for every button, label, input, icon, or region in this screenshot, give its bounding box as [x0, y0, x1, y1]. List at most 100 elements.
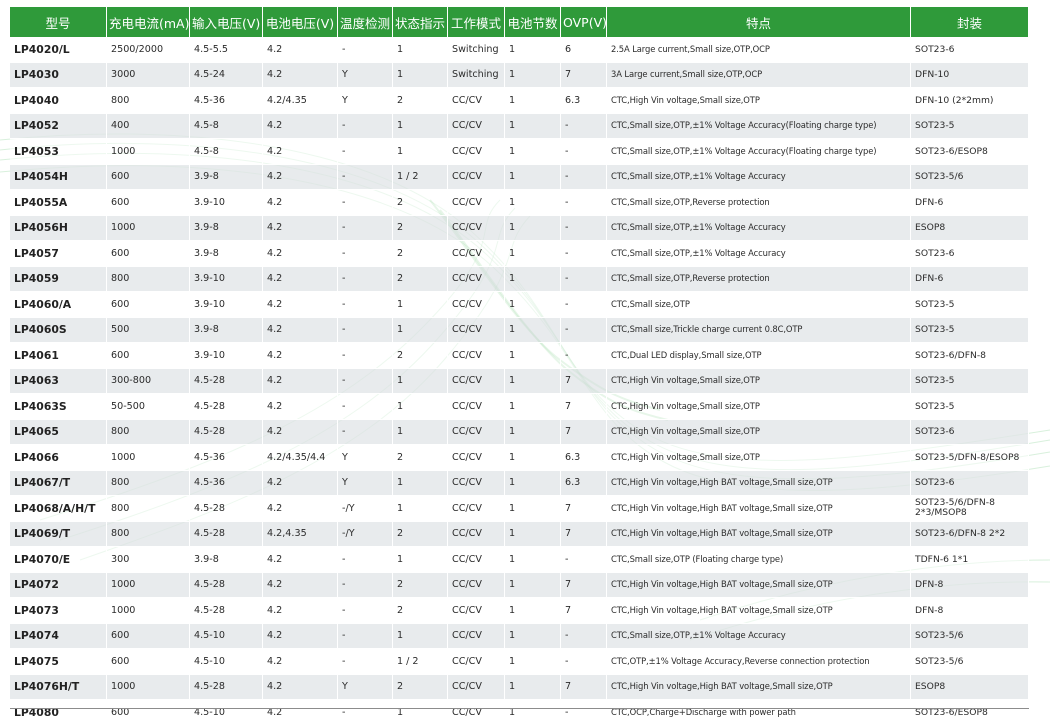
cell-model: LP4060S — [10, 317, 107, 343]
cell-package: SOT23-5/DFN-8/ESOP8 — [911, 445, 1029, 471]
cell-features: CTC,High Vin voltage,Small size,OTP — [607, 368, 911, 394]
cell-package: SOT23-5/6 — [911, 164, 1029, 190]
cell-package: SOT23-5 — [911, 317, 1029, 343]
cell-input-voltage: 4.5-28 — [190, 598, 263, 624]
cell-model: LP4056H — [10, 215, 107, 241]
cell-package: ESOP8 — [911, 674, 1029, 700]
cell-work-mode: CC/CV — [448, 674, 505, 700]
cell-battery-voltage: 4.2 — [263, 419, 338, 445]
cell-charge-current: 2500/2000 — [107, 37, 190, 63]
cell-status-indicator: 1 / 2 — [393, 649, 448, 675]
cell-temp-detect: - — [338, 394, 393, 420]
cell-package: SOT23-5 — [911, 394, 1029, 420]
cell-work-mode: CC/CV — [448, 88, 505, 114]
cell-features: CTC,OCP,Charge+Discharge with power path — [607, 700, 911, 726]
header-charge-current: 充电电流(mA) — [107, 7, 190, 37]
cell-work-mode: CC/CV — [448, 343, 505, 369]
cell-battery-voltage: 4.2 — [263, 623, 338, 649]
cell-cell-count: 1 — [505, 215, 561, 241]
cell-battery-voltage: 4.2/4.35/4.4 — [263, 445, 338, 471]
cell-features: 2.5A Large current,Small size,OTP,OCP — [607, 37, 911, 63]
cell-features: CTC,Dual LED display,Small size,OTP — [607, 343, 911, 369]
cell-features: CTC,Small size,OTP,±1% Voltage Accuracy — [607, 241, 911, 267]
cell-charge-current: 1000 — [107, 445, 190, 471]
cell-work-mode: CC/CV — [448, 547, 505, 573]
cell-model: LP4030 — [10, 62, 107, 88]
cell-battery-voltage: 4.2 — [263, 292, 338, 318]
cell-features: 3A Large current,Small size,OTP,OCP — [607, 62, 911, 88]
cell-cell-count: 1 — [505, 445, 561, 471]
cell-work-mode: CC/CV — [448, 241, 505, 267]
cell-ovp: - — [561, 649, 607, 675]
cell-model: LP4054H — [10, 164, 107, 190]
cell-charge-current: 600 — [107, 241, 190, 267]
cell-work-mode: CC/CV — [448, 215, 505, 241]
cell-package: SOT23-6/DFN-8 2*2 — [911, 521, 1029, 547]
cell-model: LP4061 — [10, 343, 107, 369]
cell-status-indicator: 2 — [393, 88, 448, 114]
cell-ovp: 7 — [561, 521, 607, 547]
cell-battery-voltage: 4.2 — [263, 113, 338, 139]
cell-charge-current: 3000 — [107, 62, 190, 88]
cell-input-voltage: 4.5-28 — [190, 521, 263, 547]
cell-ovp: 7 — [561, 368, 607, 394]
cell-work-mode: CC/CV — [448, 190, 505, 216]
cell-features: CTC,Small size,OTP (Floating charge type… — [607, 547, 911, 573]
cell-package: SOT23-5/6 — [911, 623, 1029, 649]
cell-charge-current: 600 — [107, 623, 190, 649]
cell-temp-detect: - — [338, 190, 393, 216]
cell-package: DFN-6 — [911, 266, 1029, 292]
cell-cell-count: 1 — [505, 164, 561, 190]
cell-input-voltage: 4.5-10 — [190, 623, 263, 649]
cell-charge-current: 300-800 — [107, 368, 190, 394]
cell-model: LP4059 — [10, 266, 107, 292]
cell-battery-voltage: 4.2 — [263, 241, 338, 267]
cell-features: CTC,Small size,Trickle charge current 0.… — [607, 317, 911, 343]
table-body: LP4020/L 2500/2000 4.5-5.5 4.2-1 Switching 1 6… — [10, 37, 1029, 726]
cell-model: LP4074 — [10, 623, 107, 649]
cell-package: DFN-10 (2*2mm) — [911, 88, 1029, 114]
cell-input-voltage: 3.9-8 — [190, 241, 263, 267]
cell-charge-current: 800 — [107, 419, 190, 445]
table-row: LP4068/A/H/T 800 4.5-28 4.2 -/Y 1 CC/CV 1 7 CTC,H… — [10, 496, 1029, 522]
cell-work-mode: CC/CV — [448, 113, 505, 139]
cell-work-mode: CC/CV — [448, 419, 505, 445]
cell-temp-detect: - — [338, 164, 393, 190]
cell-battery-voltage: 4.2 — [263, 547, 338, 573]
cell-battery-voltage: 4.2/4.35 — [263, 88, 338, 114]
cell-charge-current: 1000 — [107, 598, 190, 624]
table-header: 型号 充电电流(mA) 输入电压(V) 电池电压(V) 温度检测 状态指示 工作… — [10, 7, 1029, 37]
cell-charge-current: 800 — [107, 266, 190, 292]
cell-battery-voltage: 4.2 — [263, 317, 338, 343]
header-model: 型号 — [10, 7, 107, 37]
cell-temp-detect: - — [338, 343, 393, 369]
cell-cell-count: 1 — [505, 88, 561, 114]
cell-status-indicator: 1 — [393, 139, 448, 165]
cell-input-voltage: 4.5-36 — [190, 470, 263, 496]
cell-input-voltage: 4.5-10 — [190, 700, 263, 726]
cell-work-mode: CC/CV — [448, 521, 505, 547]
table-row: LP4055A 600 3.9-10 4.2-2 CC/CV 1- CTC,Small si… — [10, 190, 1029, 216]
cell-cell-count: 1 — [505, 700, 561, 726]
cell-cell-count: 1 — [505, 317, 561, 343]
cell-battery-voltage: 4.2 — [263, 470, 338, 496]
cell-features: CTC,Small size,OTP,±1% Voltage Accuracy — [607, 215, 911, 241]
cell-package: SOT23-6 — [911, 470, 1029, 496]
table-row: LP4063 300-800 4.5-28 4.2-1 CC/CV 1 7 CTC,High … — [10, 368, 1029, 394]
cell-cell-count: 1 — [505, 598, 561, 624]
cell-work-mode: CC/CV — [448, 445, 505, 471]
cell-cell-count: 1 — [505, 394, 561, 420]
cell-status-indicator: 2 — [393, 598, 448, 624]
cell-battery-voltage: 4.2 — [263, 674, 338, 700]
cell-temp-detect: - — [338, 419, 393, 445]
cell-input-voltage: 4.5-28 — [190, 572, 263, 598]
cell-ovp: 7 — [561, 62, 607, 88]
cell-features: CTC,Small size,OTP,±1% Voltage Accuracy — [607, 623, 911, 649]
cell-cell-count: 1 — [505, 113, 561, 139]
cell-features: CTC,Small size,OTP,Reverse protection — [607, 266, 911, 292]
cell-battery-voltage: 4.2 — [263, 343, 338, 369]
cell-status-indicator: 1 — [393, 419, 448, 445]
cell-input-voltage: 3.9-8 — [190, 215, 263, 241]
cell-features: CTC,OTP,±1% Voltage Accuracy,Reverse con… — [607, 649, 911, 675]
cell-package: SOT23-6 — [911, 241, 1029, 267]
